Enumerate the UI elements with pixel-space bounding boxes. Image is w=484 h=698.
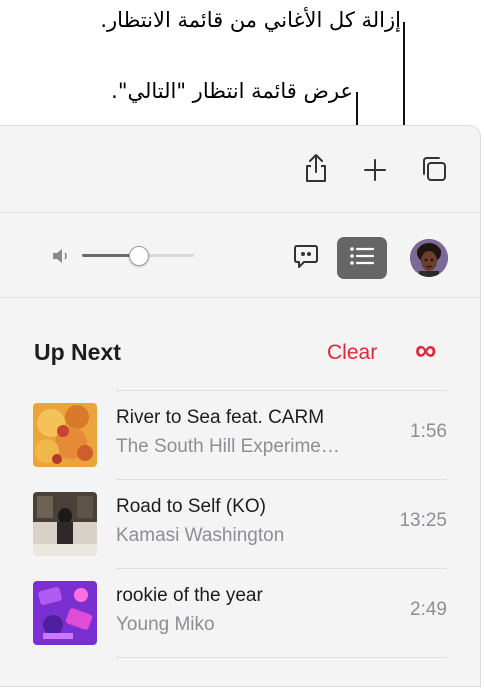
up-next-panel: Up Next Clear ∞ River to Sea feat. CARM … [0, 298, 480, 698]
queue-list-button[interactable] [337, 237, 387, 279]
track-duration: 2:49 [410, 599, 447, 620]
callout-clear-all: إزالة كل الأغاني من قائمة الانتظار. [100, 8, 401, 32]
track-duration: 1:56 [410, 421, 447, 442]
track-artist: The South Hill Experime… [116, 436, 340, 457]
controls-bar [0, 213, 480, 298]
list-item[interactable]: Road to Self (KO) Kamasi Washington 13:2… [0, 480, 480, 568]
track-title: River to Sea feat. CARM [116, 407, 325, 428]
top-toolbar [0, 126, 480, 213]
infinity-icon[interactable]: ∞ [415, 336, 436, 366]
up-next-title: Up Next [34, 339, 121, 365]
volume-slider[interactable] [82, 246, 194, 266]
divider [116, 657, 447, 658]
track-title: rookie of the year [116, 585, 263, 606]
list-item[interactable]: rookie of the year Young Miko 2:49 [0, 569, 480, 657]
track-artist: Kamasi Washington [116, 525, 285, 546]
queue-list-icon [349, 246, 375, 271]
avatar[interactable] [410, 239, 448, 277]
album-art [33, 403, 97, 467]
list-item[interactable]: River to Sea feat. CARM The South Hill E… [0, 391, 480, 479]
app-window: Up Next Clear ∞ River to Sea feat. CARM … [0, 125, 481, 687]
track-title: Road to Self (KO) [116, 496, 266, 517]
lyrics-icon[interactable] [291, 241, 321, 271]
track-duration: 13:25 [399, 510, 447, 531]
share-icon[interactable] [301, 153, 331, 183]
track-artist: Young Miko [116, 614, 215, 635]
speaker-icon[interactable] [46, 241, 76, 271]
album-art [33, 492, 97, 556]
volume-knob[interactable] [129, 246, 149, 266]
callout-show-up-next: عرض قائمة انتظار "التالي". [111, 79, 353, 103]
album-art [33, 581, 97, 645]
plus-icon[interactable] [360, 155, 390, 185]
clear-button[interactable]: Clear [327, 341, 377, 365]
duplicate-icon[interactable] [419, 154, 449, 184]
